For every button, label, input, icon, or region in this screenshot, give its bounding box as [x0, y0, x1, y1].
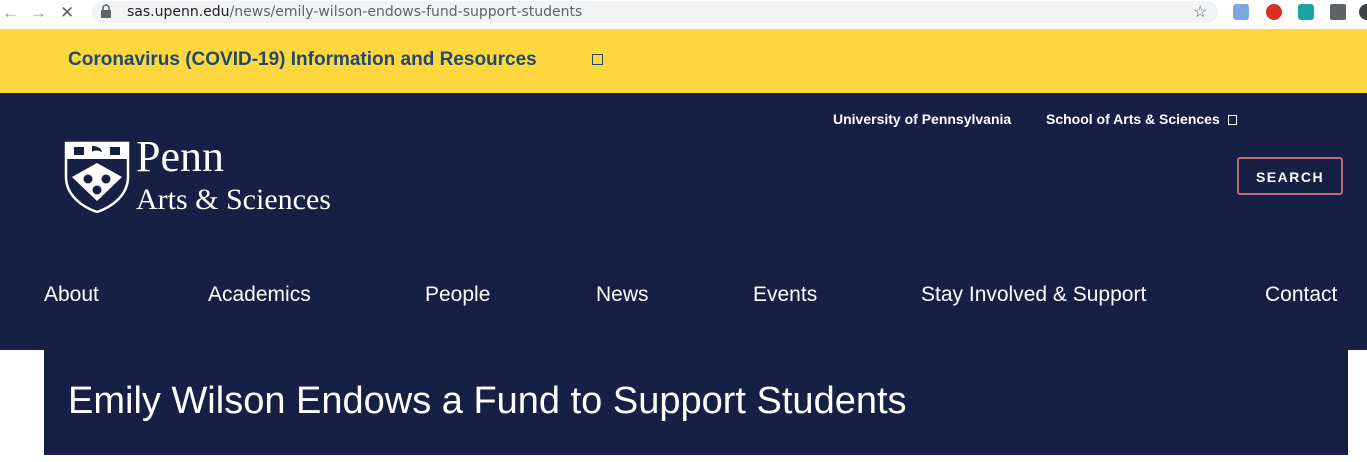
nav-people[interactable]: People [425, 283, 490, 307]
url-path: /news/emily-wilson-endows-fund-support-s… [229, 4, 583, 20]
page-title-band: Emily Wilson Endows a Fund to Support St… [44, 350, 1348, 455]
url-text[interactable]: sas.upenn.edu/news/emily-wilson-endows-f… [127, 4, 582, 20]
school-link[interactable]: School of Arts & Sciences [1046, 111, 1237, 127]
school-link-label: School of Arts & Sciences [1046, 111, 1220, 127]
page-title: Emily Wilson Endows a Fund to Support St… [68, 380, 907, 422]
nav-contact[interactable]: Contact [1265, 283, 1337, 307]
stop-loading-icon[interactable]: ✕ [60, 3, 74, 23]
extension-icon-2[interactable] [1266, 4, 1282, 20]
external-link-icon [592, 54, 603, 65]
nav-events[interactable]: Events [753, 283, 817, 307]
nav-about[interactable]: About [44, 283, 99, 307]
extension-icon-1[interactable] [1233, 4, 1249, 20]
url-host: sas.upenn.edu [127, 4, 230, 20]
bookmark-star-icon[interactable]: ☆ [1193, 2, 1207, 22]
logo-penn-text[interactable]: Penn [136, 135, 224, 179]
university-link[interactable]: University of Pennsylvania [833, 111, 1011, 127]
profile-avatar[interactable] [1359, 4, 1367, 20]
nav-academics[interactable]: Academics [208, 283, 311, 307]
site-header: University of Pennsylvania School of Art… [0, 93, 1367, 350]
covid-alert-banner: Coronavirus (COVID-19) Information and R… [0, 29, 1367, 93]
nav-news[interactable]: News [596, 283, 649, 307]
covid-alert-link[interactable]: Coronavirus (COVID-19) Information and R… [68, 49, 537, 71]
search-button[interactable]: SEARCH [1237, 157, 1343, 195]
logo-arts-sciences-text[interactable]: Arts & Sciences [136, 185, 331, 215]
external-link-icon [1227, 115, 1237, 126]
back-arrow-icon[interactable]: ← [2, 3, 19, 23]
extension-icon-3[interactable] [1298, 4, 1314, 20]
nav-stay-involved-support[interactable]: Stay Involved & Support [921, 283, 1146, 307]
puzzle-extensions-icon[interactable] [1330, 4, 1346, 20]
browser-toolbar: ← → ✕ sas.upenn.edu/news/emily-wilson-en… [0, 0, 1367, 30]
forward-arrow-icon[interactable]: → [30, 3, 47, 23]
lock-icon [101, 4, 111, 18]
penn-shield-icon[interactable] [64, 141, 130, 213]
